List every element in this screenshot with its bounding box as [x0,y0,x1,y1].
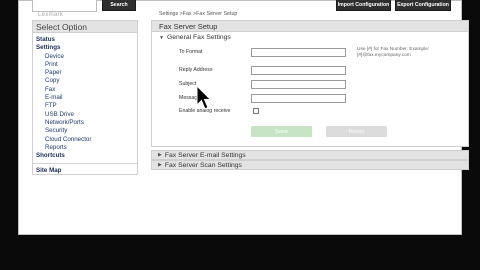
fax-server-setup-panel: Fax Server Setup ▼ General Fax Settings … [151,20,469,147]
sidebar-item-security[interactable]: Security [36,127,137,135]
sidebar-item-settings[interactable]: Settings [36,44,137,52]
sidebar-item-cloud-connector[interactable]: Cloud Connector [36,136,137,144]
sidebar-item-site-map[interactable]: Site Map [36,167,137,175]
subject-label: Subject [179,81,197,87]
search-button[interactable]: Search [102,0,136,11]
to-format-hint: Use [#] for Fax Number. Example: [#]@fax… [357,47,430,58]
sidebar-list: Status Settings Device Print Paper Copy … [33,33,137,176]
sidebar-item-ftp[interactable]: FTP [36,102,137,110]
sidebar: Select Option Status Settings Device Pri… [32,20,138,175]
breadcrumb-current: Fax Server Setup [196,11,238,17]
sidebar-item-print[interactable]: Print [36,61,137,69]
to-format-field[interactable] [251,48,346,57]
triangle-right-icon: ▶ [158,161,162,168]
import-configuration-button[interactable]: Import Configuration [336,0,391,11]
sidebar-title: Select Option [33,21,137,33]
triangle-right-icon: ▶ [158,151,162,158]
panel-title: Fax Server Setup [152,21,468,32]
browser-window: Lexmark Search Import Configuration Expo… [18,0,469,235]
sidebar-item-device[interactable]: Device [36,53,137,61]
search-input[interactable] [32,0,97,12]
sidebar-item-usb-drive[interactable]: USB Drive [36,111,137,119]
triangle-down-icon: ▼ [159,34,164,41]
save-button[interactable]: Save [251,126,312,137]
breadcrumb-fax[interactable]: Fax [183,11,192,17]
reply-address-field[interactable] [251,66,346,75]
enable-analog-receive-checkbox[interactable] [253,108,259,114]
sidebar-item-shortcuts[interactable]: Shortcuts [36,152,137,160]
message-field[interactable] [251,94,346,103]
breadcrumb-settings[interactable]: Settings [159,11,178,17]
mouse-cursor-icon [196,85,212,110]
section-title: Fax Server E-mail Settings [164,151,246,159]
fax-server-email-settings-header[interactable]: ▶ Fax Server E-mail Settings [151,150,469,160]
fax-server-scan-settings-header[interactable]: ▶ Fax Server Scan Settings [151,160,469,170]
to-format-label: To Format [179,49,203,55]
sidebar-item-fax[interactable]: Fax [36,86,137,94]
sidebar-item-paper[interactable]: Paper [36,69,137,77]
section-title: Fax Server Scan Settings [164,161,242,169]
general-fax-settings-header[interactable]: ▼ General Fax Settings [159,34,231,41]
sidebar-item-copy[interactable]: Copy [36,77,137,85]
sidebar-item-status[interactable]: Status [36,36,137,44]
reset-button[interactable]: Reset [326,126,387,137]
reply-address-label: Reply Address [179,67,213,73]
subject-field[interactable] [251,80,346,89]
export-configuration-button[interactable]: Export Configuration [395,0,451,11]
breadcrumb: Settings >Fax >Fax Server Setup [159,11,237,17]
sidebar-divider [33,163,137,165]
lexmark-logo: Lexmark [38,12,64,18]
sidebar-item-network-ports[interactable]: Network/Ports [36,119,137,127]
sidebar-item-email[interactable]: E-mail [36,94,137,102]
sidebar-item-reports[interactable]: Reports [36,144,137,152]
section-title: General Fax Settings [166,34,231,41]
